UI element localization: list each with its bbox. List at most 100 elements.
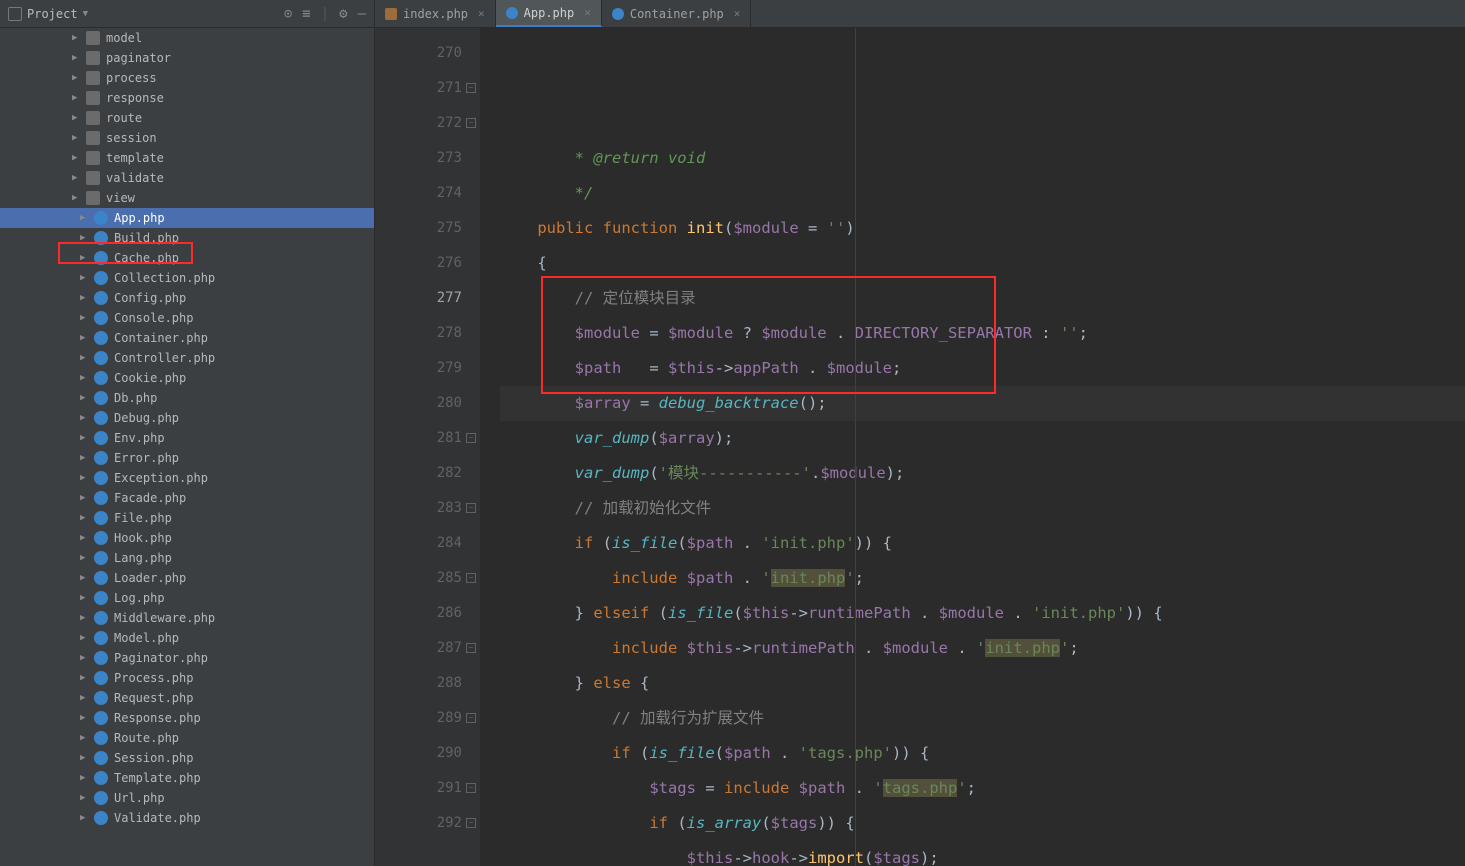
tree-file-file-php[interactable]: ▶File.php xyxy=(0,508,374,528)
fold-icon[interactable]: − xyxy=(466,573,476,583)
tree-file-exception-php[interactable]: ▶Exception.php xyxy=(0,468,374,488)
code-line-272[interactable]: public function init($module = '') xyxy=(500,211,1465,246)
line-number[interactable]: 286 xyxy=(375,596,462,631)
tree-file-template-php[interactable]: ▶Template.php xyxy=(0,768,374,788)
tree-file-url-php[interactable]: ▶Url.php xyxy=(0,788,374,808)
tree-file-build-php[interactable]: ▶Build.php xyxy=(0,228,374,248)
tree-file-process-php[interactable]: ▶Process.php xyxy=(0,668,374,688)
code-line-286[interactable]: // 加载行为扩展文件 xyxy=(500,701,1465,736)
gear-icon[interactable]: ⚙ xyxy=(339,6,347,22)
code-line-285[interactable]: } else { xyxy=(500,666,1465,701)
fold-icon[interactable]: − xyxy=(466,83,476,93)
line-number[interactable]: 291− xyxy=(375,771,462,806)
tree-file-model-php[interactable]: ▶Model.php xyxy=(0,628,374,648)
tree-folder-template[interactable]: ▶template xyxy=(0,148,374,168)
code-line-276[interactable]: $path = $this->appPath . $module; xyxy=(500,351,1465,386)
code-line-279[interactable]: var_dump('模块-----------'.$module); xyxy=(500,456,1465,491)
tree-file-validate-php[interactable]: ▶Validate.php xyxy=(0,808,374,828)
line-number[interactable]: 279 xyxy=(375,351,462,386)
tree-file-env-php[interactable]: ▶Env.php xyxy=(0,428,374,448)
code-line-281[interactable]: if (is_file($path . 'init.php')) { xyxy=(500,526,1465,561)
fold-icon[interactable]: − xyxy=(466,783,476,793)
tree-file-middleware-php[interactable]: ▶Middleware.php xyxy=(0,608,374,628)
line-number[interactable]: 276 xyxy=(375,246,462,281)
line-number[interactable]: 289− xyxy=(375,701,462,736)
tree-file-debug-php[interactable]: ▶Debug.php xyxy=(0,408,374,428)
line-number[interactable]: 281− xyxy=(375,421,462,456)
line-number[interactable]: 270 xyxy=(375,36,462,71)
fold-icon[interactable]: − xyxy=(466,818,476,828)
code-line-283[interactable]: } elseif (is_file($this->runtimePath . $… xyxy=(500,596,1465,631)
fold-icon[interactable]: − xyxy=(466,643,476,653)
line-number[interactable]: 285− xyxy=(375,561,462,596)
tree-file-hook-php[interactable]: ▶Hook.php xyxy=(0,528,374,548)
collapse-icon[interactable]: ≡ xyxy=(302,6,310,22)
code-line-278[interactable]: var_dump($array); xyxy=(500,421,1465,456)
code-line-289[interactable]: if (is_array($tags)) { xyxy=(500,806,1465,841)
tree-file-lang-php[interactable]: ▶Lang.php xyxy=(0,548,374,568)
code-line-274[interactable]: // 定位模块目录 xyxy=(500,281,1465,316)
fold-icon[interactable]: − xyxy=(466,503,476,513)
tab-index-php[interactable]: index.php× xyxy=(375,0,496,27)
tree-file-db-php[interactable]: ▶Db.php xyxy=(0,388,374,408)
line-number[interactable]: 282 xyxy=(375,456,462,491)
line-number[interactable]: 288 xyxy=(375,666,462,701)
tree-file-log-php[interactable]: ▶Log.php xyxy=(0,588,374,608)
tree-file-response-php[interactable]: ▶Response.php xyxy=(0,708,374,728)
code-line-284[interactable]: include $this->runtimePath . $module . '… xyxy=(500,631,1465,666)
code-area[interactable]: * @return void */ public function init($… xyxy=(480,28,1465,866)
line-number[interactable]: 278 xyxy=(375,316,462,351)
close-icon[interactable]: × xyxy=(734,7,741,20)
line-number[interactable]: 277 xyxy=(375,281,462,316)
tree-folder-route[interactable]: ▶route xyxy=(0,108,374,128)
tree-folder-process[interactable]: ▶process xyxy=(0,68,374,88)
tree-file-config-php[interactable]: ▶Config.php xyxy=(0,288,374,308)
code-line-288[interactable]: $tags = include $path . 'tags.php'; xyxy=(500,771,1465,806)
tree-folder-model[interactable]: ▶model xyxy=(0,28,374,48)
tree-folder-response[interactable]: ▶response xyxy=(0,88,374,108)
tree-file-cookie-php[interactable]: ▶Cookie.php xyxy=(0,368,374,388)
tree-folder-view[interactable]: ▶view xyxy=(0,188,374,208)
line-number[interactable]: 290 xyxy=(375,736,462,771)
line-number[interactable]: 271− xyxy=(375,71,462,106)
close-icon[interactable]: × xyxy=(584,6,591,19)
tree-file-controller-php[interactable]: ▶Controller.php xyxy=(0,348,374,368)
gutter[interactable]: 270271−272−273274275276277278279280281−2… xyxy=(375,28,480,866)
tree-file-app-php[interactable]: ▶App.php xyxy=(0,208,374,228)
fold-icon[interactable]: − xyxy=(466,433,476,443)
code-line-287[interactable]: if (is_file($path . 'tags.php')) { xyxy=(500,736,1465,771)
tree-file-facade-php[interactable]: ▶Facade.php xyxy=(0,488,374,508)
fold-icon[interactable]: − xyxy=(466,118,476,128)
fold-icon[interactable]: − xyxy=(466,713,476,723)
line-number[interactable]: 292− xyxy=(375,806,462,841)
line-number[interactable]: 274 xyxy=(375,176,462,211)
code-line-273[interactable]: { xyxy=(500,246,1465,281)
tree-file-container-php[interactable]: ▶Container.php xyxy=(0,328,374,348)
tree-file-session-php[interactable]: ▶Session.php xyxy=(0,748,374,768)
code-line-280[interactable]: // 加载初始化文件 xyxy=(500,491,1465,526)
hide-icon[interactable]: — xyxy=(358,6,366,22)
code-line-270[interactable]: * @return void xyxy=(500,141,1465,176)
tree-file-error-php[interactable]: ▶Error.php xyxy=(0,448,374,468)
tree-file-console-php[interactable]: ▶Console.php xyxy=(0,308,374,328)
code-line-277[interactable]: $array = debug_backtrace(); xyxy=(500,386,1465,421)
code-line-275[interactable]: $module = $module ? $module . DIRECTORY_… xyxy=(500,316,1465,351)
project-sidebar[interactable]: ▶model▶paginator▶process▶response▶route▶… xyxy=(0,28,375,866)
tree-folder-paginator[interactable]: ▶paginator xyxy=(0,48,374,68)
line-number[interactable]: 287− xyxy=(375,631,462,666)
line-number[interactable]: 275 xyxy=(375,211,462,246)
tree-file-paginator-php[interactable]: ▶Paginator.php xyxy=(0,648,374,668)
line-number[interactable]: 280 xyxy=(375,386,462,421)
code-line-271[interactable]: */ xyxy=(500,176,1465,211)
tree-file-collection-php[interactable]: ▶Collection.php xyxy=(0,268,374,288)
line-number[interactable]: 272− xyxy=(375,106,462,141)
code-line-282[interactable]: include $path . 'init.php'; xyxy=(500,561,1465,596)
tab-app-php[interactable]: App.php× xyxy=(496,0,602,27)
tree-folder-validate[interactable]: ▶validate xyxy=(0,168,374,188)
tab-container-php[interactable]: Container.php× xyxy=(602,0,752,27)
tree-file-cache-php[interactable]: ▶Cache.php xyxy=(0,248,374,268)
target-icon[interactable]: ⊙ xyxy=(284,6,292,22)
tree-folder-session[interactable]: ▶session xyxy=(0,128,374,148)
project-dropdown[interactable]: Project ▼ xyxy=(8,7,88,21)
line-number[interactable]: 283− xyxy=(375,491,462,526)
